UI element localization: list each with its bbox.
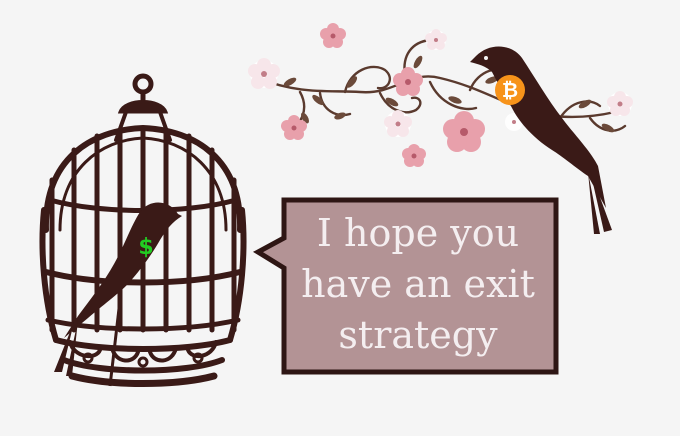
blossom-flower <box>393 67 423 96</box>
bubble-line-3: strategy <box>338 313 498 357</box>
illustration: ₿ $ I hope you have an exit strategy <box>39 23 633 387</box>
speech-bubble: I hope you have an exit strategy <box>252 197 559 375</box>
bubble-line-1: I hope you <box>317 211 519 255</box>
blossom-flower <box>425 29 447 50</box>
blossom-flower <box>402 144 426 167</box>
blossom-flower <box>443 111 485 152</box>
bubble-line-2: have an exit <box>301 262 535 306</box>
blossom-flower <box>384 110 412 137</box>
bitcoin-badge: ₿ <box>495 75 525 105</box>
flowering-branch <box>256 38 627 132</box>
blossom-flower <box>320 23 346 48</box>
meme-canvas: ₿ $ I hope you have an exit strategy <box>0 0 680 436</box>
dollar-symbol: $ <box>138 235 153 260</box>
bitcoin-symbol: ₿ <box>502 78 518 102</box>
blossom-flower <box>607 91 633 116</box>
blossom-flower <box>248 58 280 89</box>
